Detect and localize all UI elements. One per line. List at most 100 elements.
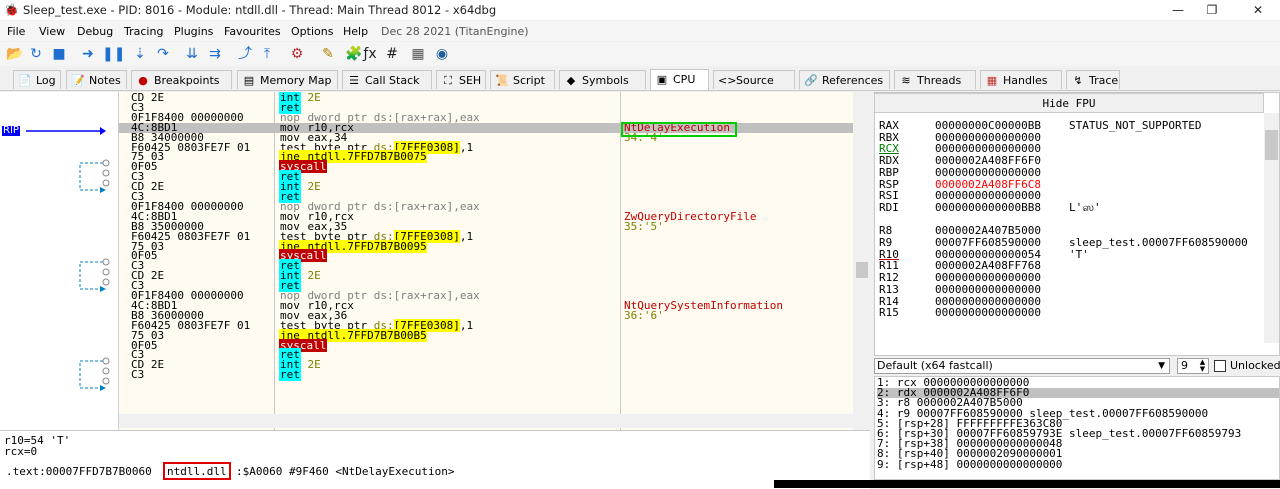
disasm-row[interactable]: CD 2E int 2E [119,269,853,283]
disasm-row[interactable]: 0F05 syscall [119,249,853,263]
disasm-horizontal-scrollbar[interactable] [119,414,869,428]
disasm-scrollbar[interactable] [855,92,869,430]
tab-handles[interactable]: ▦ Handles [980,70,1062,89]
disasm-scroll-thumb[interactable] [856,262,868,278]
disasm-row[interactable]: 4C:8BD1 mov r10,rcx NtQuerySystemInformati… [119,300,853,311]
disasm-row[interactable]: CD 2E int 2E [119,92,853,104]
tab-references[interactable]: 🔗 References [799,70,890,89]
execute-till-return-icon[interactable]: ⤴ [237,46,253,62]
tab-notes[interactable]: 📝 Notes [66,70,127,89]
registers-scroll-thumb[interactable] [1265,130,1278,160]
hide-fpu-button[interactable]: Hide FPU [874,93,1264,113]
open-icon[interactable]: 📂 [6,46,23,62]
menu-favourites[interactable]: Favourites [224,25,281,38]
disasm-row[interactable]: CD 2E int 2E [119,358,853,372]
hash-icon[interactable]: # [384,46,400,62]
run-to-user-code-icon[interactable]: ⤒ [259,46,275,62]
tab-breakpoints[interactable]: ● Breakpoints [131,70,232,89]
disasm-row[interactable]: 4C:8BD1 mov r10,rcx ZwQueryDirectoryFile [119,211,853,222]
preferences-icon[interactable]: ⚙ [289,46,305,62]
tab-seh[interactable]: ⛶ SEH [436,70,486,89]
disasm-row[interactable]: 75 03 jne ntdll.7FFD7B7B0075 [119,150,853,164]
tab-cpu[interactable]: ▣ CPU [650,69,709,90]
tab-trace[interactable]: ↯ Trace [1066,70,1120,89]
disasm-row[interactable]: 0F05 syscall [119,338,853,352]
register-comment: sleep_test.00007FF608590000 [1069,236,1248,249]
tab-call-stack[interactable]: ☰ Call Stack [342,70,432,89]
restart-icon[interactable]: ↻ [28,46,44,62]
register-comment: 'T' [1069,247,1089,261]
disassembly-view[interactable]: CD 2E int 2E C3 ret 0F1F8400 00000000 nop dwo… [119,92,853,430]
tab-symbols[interactable]: ◆ Symbols [559,70,646,89]
disasm-row[interactable]: C3 ret [119,368,853,382]
pause-icon[interactable]: ❚❚ [102,46,125,62]
tab-label: Log [36,74,56,87]
menu-tracing[interactable]: Tracing [124,25,163,38]
view-tab-bar: 📄 Log 📝 Notes ● Breakpoints ▤ Memory Map ☰ Call S… [0,68,1280,91]
memory-map-icon: ▤ [243,74,255,87]
tab-threads[interactable]: ≋ Threads [894,70,976,89]
calling-convention-select[interactable]: Default (x64 fastcall) ▼ [874,358,1170,374]
tab-memory-map[interactable]: ▤ Memory Map [237,70,338,89]
disasm-row[interactable]: C3 ret [119,348,853,362]
trace-into-icon[interactable]: ⇊ [184,46,200,62]
register-name: RBP [879,165,899,179]
disasm-row[interactable]: 75 03 jne ntdll.7FFD7B7B0095 [119,239,853,253]
register-value: 0000000000000000 [935,282,1041,296]
function-icon[interactable]: ƒx [362,46,378,62]
stack-arguments-view[interactable]: 1: rcx 0000000000000000 2: rdx 0000002A40… [874,376,1280,480]
stop-icon[interactable]: ■ [51,46,67,62]
trace-over-icon[interactable]: ⇉ [207,46,223,62]
step-over-icon[interactable]: ↷ [155,46,171,62]
disasm-row[interactable]: 0F1F8400 00000000 nop dword ptr ds:[rax+r… [119,112,853,123]
step-into-icon[interactable]: ⇣ [132,46,148,62]
patch-icon[interactable]: 🧩 [345,46,362,62]
maximize-button[interactable]: ❐ [1192,0,1232,20]
tab-log[interactable]: 📄 Log [13,70,61,89]
jump-dot-6 [102,278,110,286]
menu-help[interactable]: Help [343,25,368,38]
jump-arrow-3-head [100,385,106,391]
cpu-icon: ▣ [656,73,668,86]
tab-label: Memory Map [260,74,332,87]
jump-dot-7 [102,357,110,365]
title-bar: 🐞 Sleep_test.exe - PID: 8016 - Module: n… [0,0,1280,20]
disasm-row[interactable]: CD 2E int 2E [119,180,853,194]
unlocked-checkbox[interactable] [1214,360,1226,372]
tab-label: CPU [673,73,696,86]
references-icon: 🔗 [804,74,818,87]
disasm-row[interactable]: F60425 0803FE7F 01 test byte ptr ds:[7FFE… [119,229,853,243]
menu-plugins[interactable]: Plugins [174,25,213,38]
menu-file[interactable]: File [7,25,25,38]
current-instruction-row[interactable]: 4C:8BD1 mov r10,rcx NtDelayExecution [119,122,853,133]
disasm-row[interactable]: C3 ret [119,170,853,184]
register-value: 0000000000000BB8 [935,200,1041,214]
menu-debug[interactable]: Debug [77,25,113,38]
menu-view[interactable]: View [39,25,65,38]
run-icon[interactable]: ➜ [80,46,96,62]
disasm-row[interactable]: 0F05 syscall [119,160,853,174]
stack-argument-row[interactable]: 9: [rsp+48] 0000000000000000 [877,459,1279,470]
jump-arrow-3 [79,360,108,389]
spin-down-icon[interactable]: ▼ [1197,366,1208,373]
disasm-row[interactable]: F60425 0803FE7F 01 test byte ptr ds:[7FFE… [119,318,853,332]
tab-label: Script [513,74,545,87]
tab-script[interactable]: 📜 Script [490,70,555,89]
disasm-row[interactable]: C3 ret [119,259,853,273]
tab-label: Threads [917,74,962,87]
menu-bar: File View Debug Tracing Plugins Favourit… [0,21,1280,41]
tab-label: Handles [1003,74,1048,87]
about-icon[interactable]: ◉ [434,46,450,62]
tab-source[interactable]: <>Source [713,70,795,89]
trace-icon: ↯ [1073,74,1083,87]
calculator-icon[interactable]: ▦ [410,46,426,62]
close-button[interactable]: ✕ [1238,0,1278,20]
menu-options[interactable]: Options [291,25,333,38]
disasm-row[interactable]: 75 03 jne ntdll.7FFD7B7B00B5 [119,328,853,342]
disasm-row[interactable]: F60425 0803FE7F 01 test byte ptr ds:[7FFE… [119,140,853,154]
argument-count-value: 9 [1181,359,1188,372]
argument-count-spinner[interactable]: ▲ ▼ [1197,359,1208,373]
instruction-text: ret [279,368,301,382]
script-icon: 📜 [495,74,509,87]
highlight-icon[interactable]: ✎ [320,46,336,62]
